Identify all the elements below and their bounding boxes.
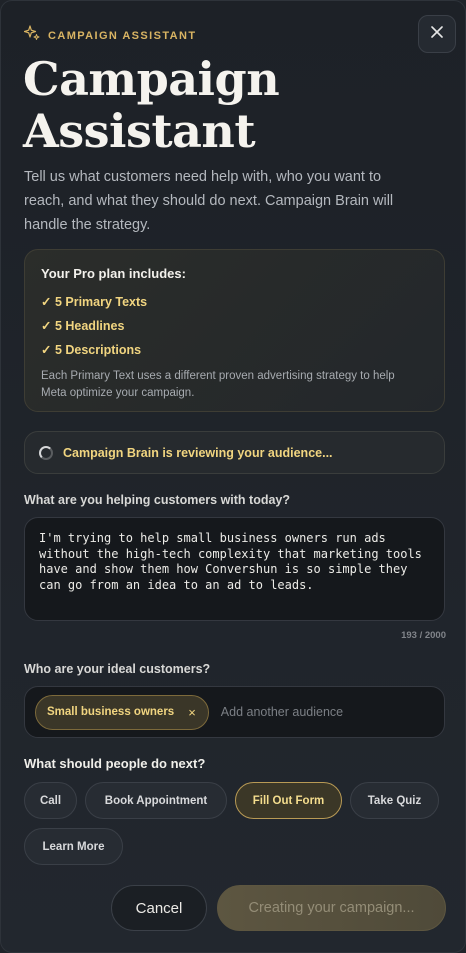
sparkle-icon — [23, 25, 40, 46]
loading-spinner-icon — [39, 445, 53, 460]
status-banner: Campaign Brain is reviewing your audienc… — [24, 431, 445, 474]
plan-note: Each Primary Text uses a different prove… — [41, 370, 395, 399]
cta-option-fill-out-form[interactable]: Fill Out Form — [235, 782, 342, 819]
cta-label: What should people do next? — [24, 756, 206, 771]
close-button[interactable] — [418, 15, 456, 53]
cta-option-call[interactable]: Call — [24, 782, 77, 819]
audience-placeholder[interactable]: Add another audience — [221, 705, 343, 719]
page-subtitle: Tell us what customers need help with, w… — [24, 169, 394, 233]
plan-item-descriptions: ✓ 5 Descriptions — [41, 343, 142, 357]
close-icon — [431, 25, 443, 43]
help-label: What are you helping customers with toda… — [24, 493, 291, 507]
page-title: Campaign Assistant — [23, 52, 280, 158]
cta-option-learn-more[interactable]: Learn More — [24, 828, 123, 865]
audience-label: Who are your ideal customers? — [24, 662, 211, 676]
audience-input[interactable]: Small business owners × Add another audi… — [24, 686, 445, 738]
plan-card: Your Pro plan includes: ✓ 5 Primary Text… — [24, 249, 445, 412]
cta-option-take-quiz[interactable]: Take Quiz — [350, 782, 439, 819]
plan-item-primary-texts: ✓ 5 Primary Texts — [41, 295, 148, 309]
eyebrow: CAMPAIGN ASSISTANT — [23, 25, 197, 46]
help-textarea[interactable]: I'm trying to help small business owners… — [24, 517, 445, 621]
cta-option-book-appointment[interactable]: Book Appointment — [85, 782, 227, 819]
audience-chip-label: Small business owners — [47, 706, 175, 718]
cancel-button[interactable]: Cancel — [111, 885, 207, 931]
campaign-assistant-panel: CAMPAIGN ASSISTANT Campaign Assistant Te… — [0, 0, 466, 953]
character-counter: 193 / 2000 — [401, 630, 446, 641]
create-campaign-button[interactable]: Creating your campaign... — [217, 885, 446, 931]
plan-title: Your Pro plan includes: — [41, 266, 186, 281]
remove-chip-icon[interactable]: × — [188, 705, 196, 720]
plan-item-headlines: ✓ 5 Headlines — [41, 319, 125, 333]
status-text: Campaign Brain is reviewing your audienc… — [63, 445, 333, 460]
eyebrow-label: CAMPAIGN ASSISTANT — [48, 29, 197, 42]
audience-chip[interactable]: Small business owners × — [35, 694, 209, 730]
